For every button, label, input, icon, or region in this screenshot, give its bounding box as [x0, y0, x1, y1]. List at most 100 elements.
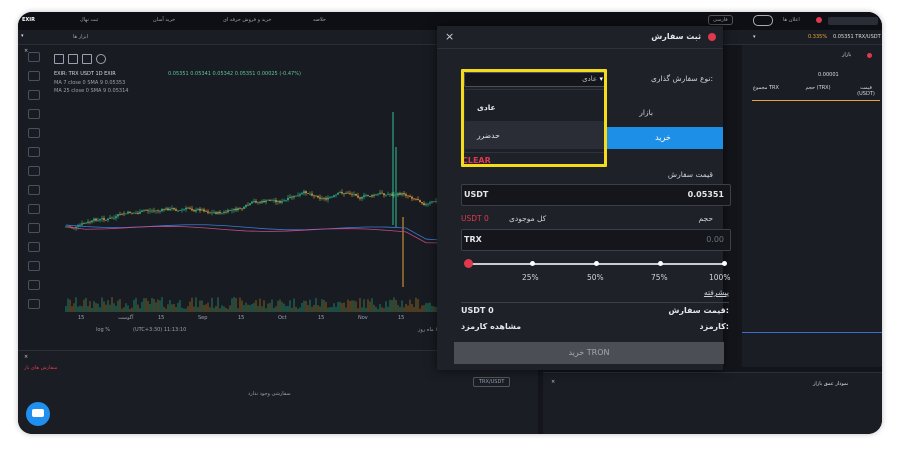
- volume-bar: [249, 305, 251, 312]
- pair-filter[interactable]: TRX/USDT: [473, 377, 511, 387]
- amount-slider[interactable]: [464, 259, 727, 268]
- camera-icon[interactable]: [68, 54, 78, 64]
- eye-icon[interactable]: [28, 280, 40, 290]
- volume-bar: [187, 306, 189, 312]
- advanced-link[interactable]: پیشرفته: [704, 288, 729, 297]
- candle-body: [257, 202, 259, 203]
- volume-bar: [293, 298, 295, 312]
- ma7-legend: MA 7 close 0 SMA 9 0.05353: [54, 80, 126, 86]
- fullscreen-icon[interactable]: [82, 54, 92, 64]
- candle-body: [283, 200, 285, 202]
- candle-body: [353, 193, 355, 195]
- candle-body: [351, 194, 353, 195]
- candle-body: [433, 201, 435, 203]
- pct-75[interactable]: 75%: [651, 273, 668, 282]
- slider-handle[interactable]: [464, 259, 473, 268]
- notifications-link[interactable]: اعلان ها: [783, 17, 800, 23]
- nav-link[interactable]: خرید و فروش حرفه ای: [223, 17, 272, 23]
- zoom-icon[interactable]: [28, 223, 40, 233]
- shape-icon[interactable]: [28, 185, 40, 195]
- tab-market[interactable]: بازار: [639, 108, 653, 117]
- chevron-down-icon[interactable]: ▾: [21, 33, 24, 39]
- pattern-icon[interactable]: [28, 147, 40, 157]
- lock-icon[interactable]: [28, 261, 40, 271]
- x-axis-label: Sep: [198, 315, 208, 321]
- volume-bar: [333, 303, 335, 312]
- magnet-icon[interactable]: [28, 242, 40, 252]
- price-chart[interactable]: [48, 107, 468, 317]
- volume-input[interactable]: TRX 0.00: [461, 229, 731, 251]
- log-toggle[interactable]: log %: [96, 327, 110, 333]
- candle-body: [161, 209, 163, 212]
- volume-bar: [335, 306, 337, 312]
- theme-toggle[interactable]: [753, 15, 773, 26]
- submit-buy-button[interactable]: خرید TRON: [454, 342, 724, 364]
- price-input[interactable]: USDT 0.05351: [461, 184, 731, 206]
- brush-icon[interactable]: [28, 109, 40, 119]
- tab-buy[interactable]: خرید: [603, 127, 723, 149]
- volume-bar: [433, 306, 435, 312]
- chevron-down-icon[interactable]: ▾: [753, 34, 756, 40]
- pct-50[interactable]: 50%: [587, 273, 604, 282]
- ruler-icon[interactable]: [28, 204, 40, 214]
- crosshair-icon[interactable]: [28, 52, 40, 62]
- slider-stop-50[interactable]: [594, 261, 599, 266]
- candle-body: [197, 208, 199, 210]
- indicator-icon[interactable]: [54, 54, 64, 64]
- volume-bar: [115, 305, 117, 312]
- candle-body: [289, 196, 291, 198]
- candle-body: [345, 192, 347, 194]
- candle-body: [171, 208, 173, 209]
- support-chat-button[interactable]: [26, 402, 50, 426]
- highlight-box: [461, 69, 607, 167]
- text-icon[interactable]: [28, 128, 40, 138]
- volume-bar: [171, 304, 173, 312]
- brand-logo[interactable]: EXIR: [22, 17, 35, 23]
- volume-bar: [139, 308, 141, 312]
- trash-icon[interactable]: [28, 299, 40, 309]
- precision-filter[interactable]: 0.00001: [818, 72, 839, 78]
- candle-body: [199, 208, 201, 211]
- slider-stop-100[interactable]: [722, 261, 727, 266]
- slider-stop-75[interactable]: [658, 261, 663, 266]
- x-axis-label: 15: [238, 315, 245, 321]
- chart-symbol: EXIR: TRX USDT 1D EXIR: [54, 71, 116, 77]
- nav-link[interactable]: خلاصه: [313, 17, 326, 23]
- candle-body: [403, 193, 405, 195]
- candle-body: [93, 218, 95, 221]
- close-icon[interactable]: ×: [24, 354, 28, 360]
- pct-25[interactable]: 25%: [522, 273, 539, 282]
- volume-bar: [407, 305, 409, 312]
- volume-bar: [313, 304, 315, 312]
- close-icon[interactable]: ×: [445, 30, 454, 43]
- tools-tab[interactable]: ابزار ها: [73, 34, 88, 40]
- volume-bar: [413, 306, 415, 312]
- volume-bar: [417, 299, 419, 312]
- candle-body: [207, 211, 209, 213]
- language-select[interactable]: فارسی: [708, 15, 733, 25]
- prediction-icon[interactable]: [28, 166, 40, 176]
- trend-line-icon[interactable]: [28, 71, 40, 81]
- x-axis-label: Oct: [278, 315, 287, 321]
- candle-body: [201, 209, 203, 211]
- chart-toolbar: [54, 54, 114, 64]
- candle-body: [249, 203, 251, 206]
- fee-link[interactable]: مشاهده کارمزد: [461, 322, 521, 331]
- gear-icon[interactable]: [96, 54, 106, 64]
- nav-link[interactable]: خرید آسان: [153, 17, 175, 23]
- candle-body: [265, 200, 267, 203]
- divider: [742, 332, 882, 333]
- volume-bar: [113, 303, 115, 312]
- candle-body: [419, 200, 421, 203]
- nav-link[interactable]: ثبت نهال: [80, 17, 98, 23]
- close-icon[interactable]: ×: [551, 379, 555, 385]
- slider-stop-25[interactable]: [530, 261, 535, 266]
- volume-bar: [227, 308, 229, 312]
- volume-bar: [119, 299, 121, 312]
- order-price-value: USDT 0: [461, 306, 494, 315]
- volume-bar: [185, 308, 187, 312]
- fib-icon[interactable]: [28, 90, 40, 100]
- pct-100[interactable]: 100%: [709, 273, 730, 282]
- volume-bar: [323, 299, 325, 312]
- user-account[interactable]: [828, 17, 878, 25]
